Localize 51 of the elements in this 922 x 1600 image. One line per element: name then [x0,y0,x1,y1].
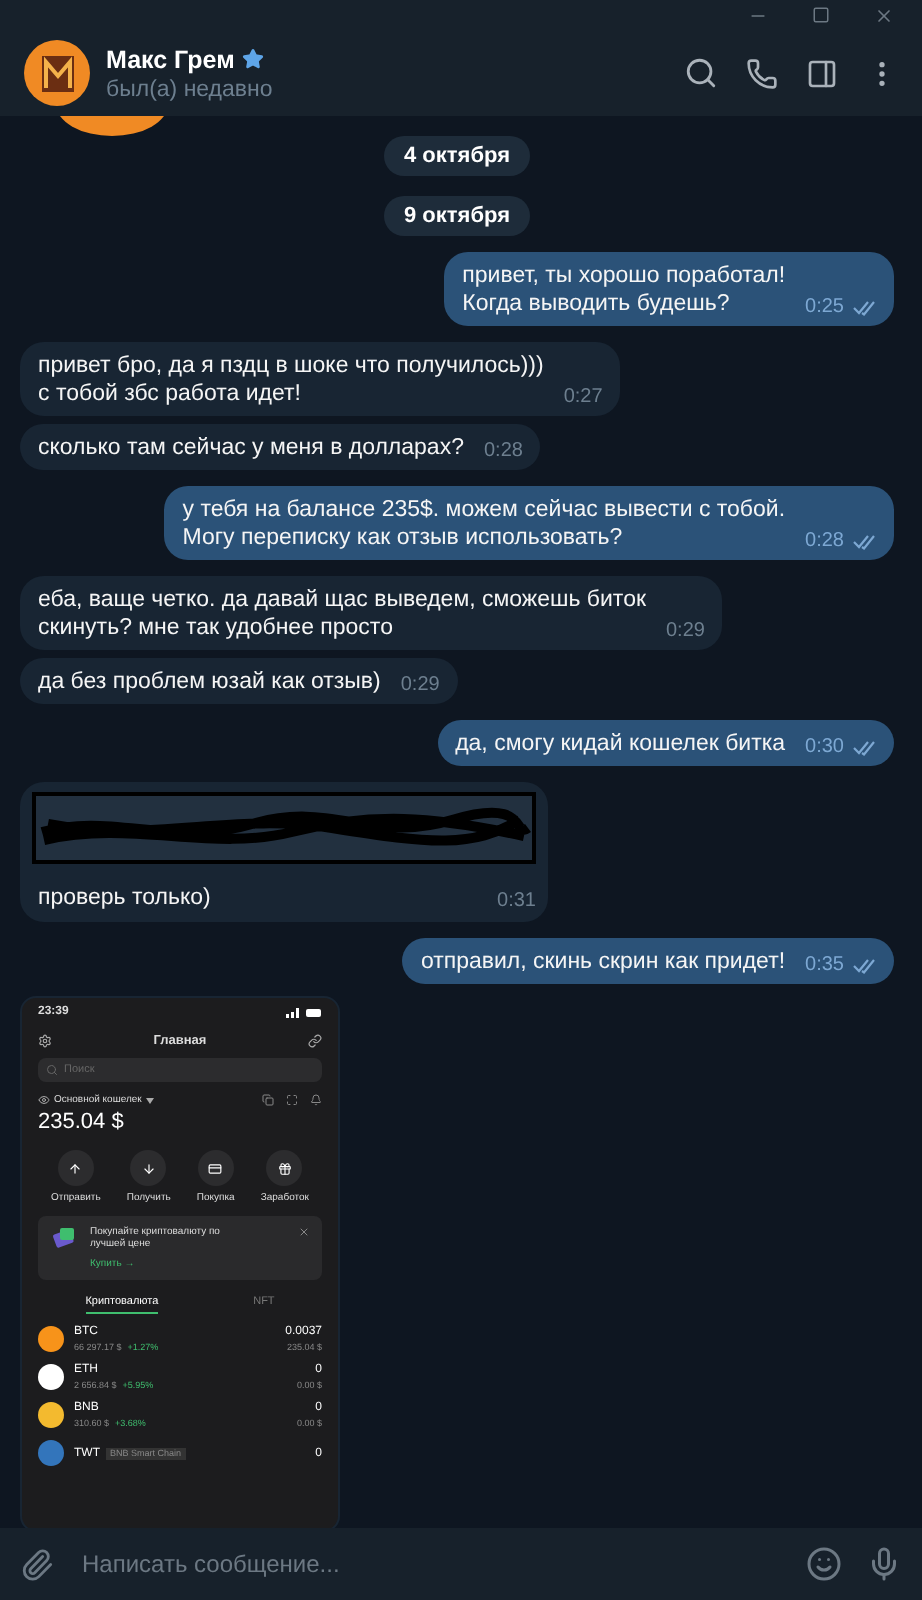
gift-icon [277,1161,292,1175]
contact-status: был(а) недавно [106,77,275,101]
message-time: 0:29 [400,674,440,696]
action-button[interactable] [130,1150,167,1186]
message-time: 0:27 [563,386,603,408]
message-time: 0:35 [805,954,844,976]
message-text: привет, ты хорошо поработал! Когда выводить будешь? [462,262,786,318]
arrow-down-icon [141,1161,156,1175]
message-text: проверь только) [36,884,211,912]
action-button[interactable] [57,1150,94,1186]
message-time: 0:28 [805,530,844,552]
close-icon[interactable] [874,5,894,25]
message-composer[interactable]: Написать сообщение... [0,1528,922,1600]
copy-icon[interactable] [262,1094,274,1106]
message-text: у тебя на балансе 235$. можем сейчас вывести с тобой. Могу переписку как отзыв использовать? [182,496,786,552]
search-icon [46,1064,58,1076]
message-text: сколько там сейчас у меня в долларах? [38,434,464,462]
status-icons-drawing [286,1007,322,1017]
message-text: привет бро, да я пздц в шоке что получилось))) с тобой збс работа идет! [38,352,544,408]
search-icon[interactable] [684,56,718,90]
bell-icon[interactable] [310,1094,322,1106]
date-badge: 9 октября [384,196,530,236]
sidebar-icon[interactable] [806,57,838,89]
message-time: 0:28 [483,440,523,462]
emoji-icon[interactable] [806,1546,842,1582]
message-time: 0:29 [666,620,705,642]
balance: 235.04 $ [38,1110,126,1134]
date-badge: 4 октября [384,136,530,176]
caret-icon [145,1097,154,1103]
message-time: 0:30 [805,736,844,758]
action-button[interactable] [266,1150,303,1186]
settings-icon[interactable] [38,1034,52,1048]
card-icon [208,1161,223,1175]
action-button[interactable] [197,1150,234,1186]
message-time: 0:31 [497,890,536,912]
message-text: да, смогу кидай кошелек битка [455,730,786,758]
eye-icon [38,1094,50,1106]
avatar [24,40,90,106]
maximize-icon[interactable] [812,6,830,24]
message-time: 0:25 [805,296,844,318]
microphone-icon[interactable] [866,1546,902,1582]
cards-icon [50,1226,78,1250]
contact-name: Макс Грем [106,45,235,73]
message-text: отправил, скинь скрин как придет! [420,948,786,976]
message-text: еба, ваще четко. да давай щас выведем, сможешь биток скинуть? мне так удобнее просто [38,586,646,642]
phone-icon[interactable] [746,57,778,89]
link-icon[interactable] [308,1034,322,1048]
arrow-up-icon [68,1161,83,1175]
close-icon[interactable] [298,1226,310,1238]
message-text: да без проблем юзай как отзыв) [38,668,381,696]
attach-icon[interactable] [20,1547,54,1581]
